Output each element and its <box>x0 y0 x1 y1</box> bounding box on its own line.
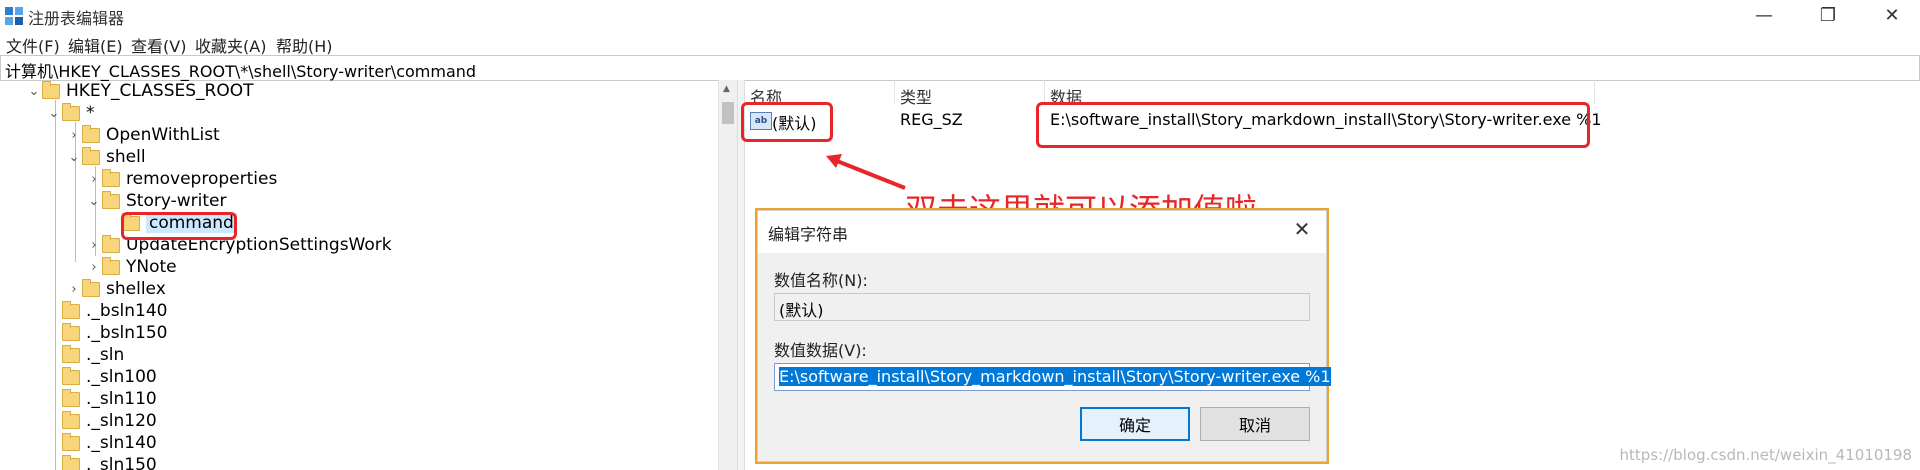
scrollbar-thumb[interactable] <box>722 102 734 124</box>
folder-icon <box>62 454 80 470</box>
folder-icon <box>82 146 100 165</box>
folder-icon <box>102 256 120 275</box>
tree-item-hkey-classes-root[interactable]: ⌄ HKEY_CLASSES_ROOT <box>26 80 254 102</box>
folder-icon <box>62 344 80 363</box>
value-name-text: (默认) <box>779 301 824 320</box>
tree-item-star[interactable]: ⌄ * <box>46 102 95 124</box>
maximize-button[interactable]: ❐ <box>1800 0 1856 30</box>
tree-item-label: OpenWithList <box>106 125 220 145</box>
tree-item-story-writer[interactable]: ⌄ Story-writer <box>86 190 226 212</box>
value-type[interactable]: REG_SZ <box>900 110 963 129</box>
tree-item-sln120[interactable]: ._sln120 <box>46 410 157 432</box>
folder-icon <box>62 322 80 341</box>
folder-icon <box>102 168 120 187</box>
tree-item-label: ._sln110 <box>86 389 157 409</box>
title-bar: 注册表编辑器 — ❐ ✕ <box>0 0 1920 30</box>
tree-item-sln110[interactable]: ._sln110 <box>46 388 157 410</box>
highlight-box-data <box>1036 102 1590 148</box>
tree-item-label: HKEY_CLASSES_ROOT <box>66 81 254 101</box>
folder-icon <box>62 366 80 385</box>
folder-icon <box>62 102 80 121</box>
tree-item-bsln150[interactable]: ._bsln150 <box>46 322 168 344</box>
tree-item-label: shellex <box>106 279 166 299</box>
tree-item-label: ._sln140 <box>86 433 157 453</box>
column-separator[interactable] <box>1044 80 1045 104</box>
tree-item-sln150[interactable]: ._sln150 <box>46 454 157 470</box>
tree-item-label: Story-writer <box>126 191 227 211</box>
close-button[interactable]: ✕ <box>1864 0 1920 30</box>
tree-item-label: ._sln100 <box>86 367 157 387</box>
tree-item-bsln140[interactable]: ._bsln140 <box>46 300 168 322</box>
value-name-field: (默认) <box>774 293 1310 321</box>
chevron-down-icon[interactable]: ⌄ <box>66 150 82 165</box>
tree-item-label: ._sln <box>86 345 125 365</box>
dialog-title: 编辑字符串 <box>768 225 849 244</box>
highlight-box-command <box>121 212 237 240</box>
ok-button[interactable]: 确定 <box>1080 407 1190 441</box>
tree-item-shell[interactable]: ⌄ shell <box>66 146 146 168</box>
tree-item-label: YNote <box>126 257 177 277</box>
menu-file[interactable]: 文件(F) <box>6 33 60 57</box>
tree-item-sln140[interactable]: ._sln140 <box>46 432 157 454</box>
cancel-button[interactable]: 取消 <box>1200 407 1310 441</box>
folder-icon <box>82 278 100 297</box>
column-separator[interactable] <box>894 80 895 104</box>
registry-editor-icon <box>5 7 23 25</box>
value-data-input[interactable]: E:\software_install\Story_markdown_insta… <box>774 363 1331 391</box>
address-bar[interactable]: 计算机\HKEY_CLASSES_ROOT\*\shell\Story-writ… <box>0 55 1920 81</box>
folder-icon <box>42 80 60 99</box>
tree-item-label: ._sln120 <box>86 411 157 431</box>
menu-favorites[interactable]: 收藏夹(A) <box>195 33 266 57</box>
chevron-down-icon[interactable]: ⌄ <box>26 84 42 99</box>
minimize-button[interactable]: — <box>1736 0 1792 30</box>
value-name-label: 数值名称(N): <box>774 271 868 290</box>
tree-item-sln100[interactable]: ._sln100 <box>46 366 157 388</box>
tree-item-removeproperties[interactable]: › removeproperties <box>86 168 277 190</box>
menu-bar: 文件(F) 编辑(E) 查看(V) 收藏夹(A) 帮助(H) <box>0 30 1920 57</box>
tree-item-shellex[interactable]: › shellex <box>66 278 166 300</box>
tree-item-label: ._bsln140 <box>86 301 168 321</box>
column-separator[interactable] <box>1594 80 1595 104</box>
chevron-right-icon[interactable]: › <box>86 238 102 253</box>
edit-string-dialog: 编辑字符串 ✕ 数值名称(N): (默认) 数值数据(V): E:\softwa… <box>757 210 1331 462</box>
dialog-close-icon[interactable]: ✕ <box>1286 215 1318 243</box>
folder-icon <box>62 410 80 429</box>
chevron-right-icon[interactable]: › <box>86 172 102 187</box>
scroll-up-icon[interactable]: ▲ <box>723 84 730 94</box>
chevron-right-icon[interactable]: › <box>66 282 82 297</box>
tree-item-label: removeproperties <box>126 169 278 189</box>
tree-item-label: ._bsln150 <box>86 323 168 343</box>
tree-item-openwithlist[interactable]: › OpenWithList <box>66 124 220 146</box>
menu-view[interactable]: 查看(V) <box>131 33 186 57</box>
window-title: 注册表编辑器 <box>28 9 125 28</box>
chevron-down-icon[interactable]: ⌄ <box>46 106 62 121</box>
tree-item-label: * <box>86 103 95 123</box>
folder-icon <box>102 234 120 253</box>
tree-scrollbar[interactable]: ▲ <box>718 80 737 470</box>
tree-item-label: shell <box>106 147 146 167</box>
tree-item-ynote[interactable]: › YNote <box>86 256 177 278</box>
tree-item-sln[interactable]: ._sln <box>46 344 124 366</box>
address-path: 计算机\HKEY_CLASSES_ROOT\*\shell\Story-writ… <box>5 62 477 81</box>
value-data-selected-text: E:\software_install\Story_markdown_insta… <box>779 367 1331 386</box>
column-header-type[interactable]: 类型 <box>900 84 932 108</box>
watermark: https://blog.csdn.net/weixin_41010198 <box>1619 446 1912 464</box>
folder-icon <box>62 300 80 319</box>
chevron-down-icon[interactable]: ⌄ <box>86 194 102 209</box>
dialog-body: 数值名称(N): (默认) 数值数据(V): E:\software_insta… <box>758 253 1331 461</box>
folder-icon <box>102 190 120 209</box>
chevron-right-icon[interactable]: › <box>66 128 82 143</box>
key-tree: ⌄ HKEY_CLASSES_ROOT ⌄ * › OpenWithList ⌄… <box>0 80 740 470</box>
menu-edit[interactable]: 编辑(E) <box>68 33 123 57</box>
value-data-label: 数值数据(V): <box>774 341 867 360</box>
chevron-right-icon[interactable]: › <box>86 260 102 275</box>
tree-item-label: ._sln150 <box>86 455 157 470</box>
menu-help[interactable]: 帮助(H) <box>276 33 333 57</box>
folder-icon <box>82 124 100 143</box>
folder-icon <box>62 432 80 451</box>
folder-icon <box>62 388 80 407</box>
highlight-box-default-value <box>741 102 833 142</box>
